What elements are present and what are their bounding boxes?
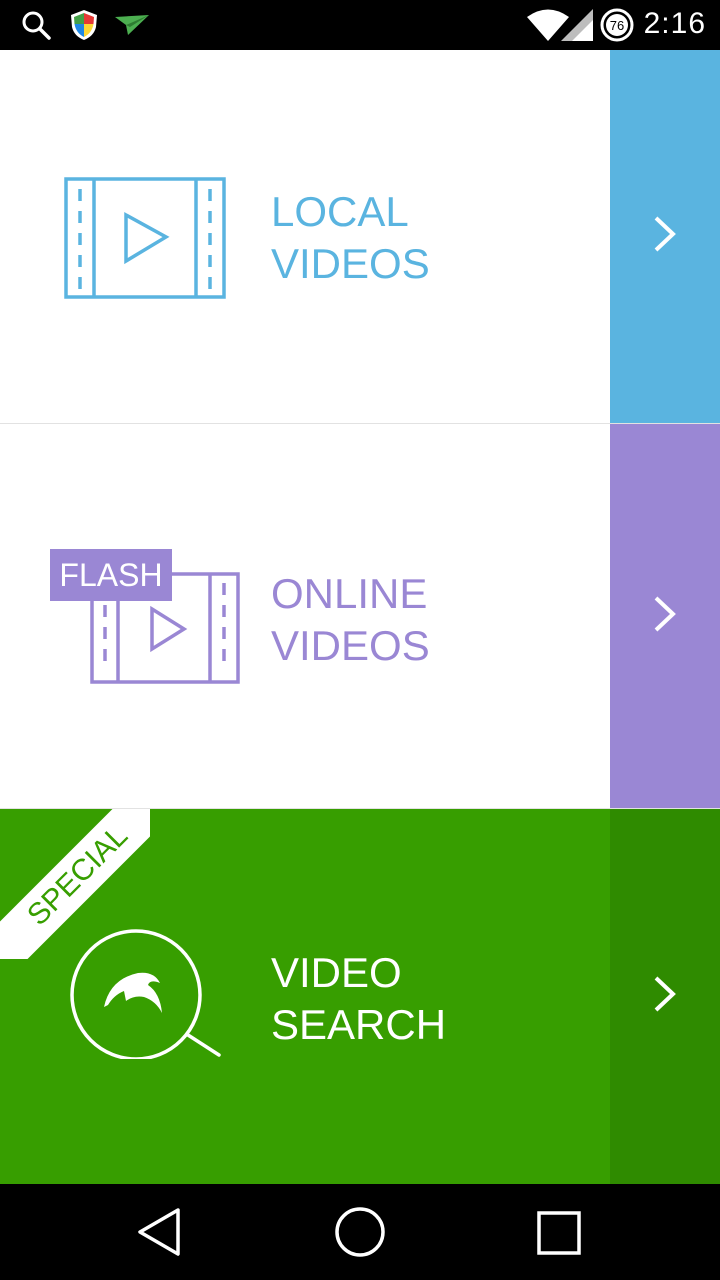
chevron-right-icon xyxy=(652,594,678,639)
local-videos-row[interactable]: LOCAL VIDEOS xyxy=(0,50,720,424)
chevron-right-icon xyxy=(652,214,678,259)
chevron-right-icon xyxy=(652,974,678,1019)
signal-icon xyxy=(560,8,594,47)
dolphin-search-icon xyxy=(68,927,224,1064)
video-search-arrow-button[interactable] xyxy=(610,809,720,1184)
online-videos-row[interactable]: FLASH ONLINE VIDEOS xyxy=(0,424,720,809)
status-time: 2:16 xyxy=(643,7,706,40)
local-videos-line2: VIDEOS xyxy=(271,240,430,287)
recents-icon[interactable] xyxy=(536,1210,582,1261)
video-search-line1: VIDEO xyxy=(271,949,402,996)
special-ribbon-label: SPECIAL xyxy=(21,819,135,933)
online-videos-line1: ONLINE xyxy=(271,570,428,617)
film-play-icon xyxy=(64,177,226,304)
back-icon[interactable] xyxy=(134,1206,184,1263)
home-icon[interactable] xyxy=(334,1206,386,1263)
video-search-label: VIDEO SEARCH xyxy=(271,947,446,1051)
video-search-row[interactable]: SPECIAL VIDEO SEARCH xyxy=(0,809,720,1184)
online-videos-label: ONLINE VIDEOS xyxy=(271,568,430,672)
battery-icon: 76 xyxy=(600,8,634,47)
battery-level-text: 76 xyxy=(610,18,624,33)
shield-icon xyxy=(70,9,98,46)
local-videos-label: LOCAL VIDEOS xyxy=(271,186,430,290)
navigation-bar xyxy=(0,1184,720,1280)
search-icon xyxy=(20,9,52,46)
status-bar: 76 2:16 xyxy=(0,0,720,50)
flash-badge: FLASH xyxy=(59,557,163,593)
online-videos-line2: VIDEOS xyxy=(271,622,430,669)
local-videos-line1: LOCAL xyxy=(271,188,409,235)
online-videos-arrow-button[interactable] xyxy=(610,424,720,808)
plane-notification-icon xyxy=(114,13,150,42)
local-videos-arrow-button[interactable] xyxy=(610,50,720,423)
video-search-line2: SEARCH xyxy=(271,1001,447,1048)
